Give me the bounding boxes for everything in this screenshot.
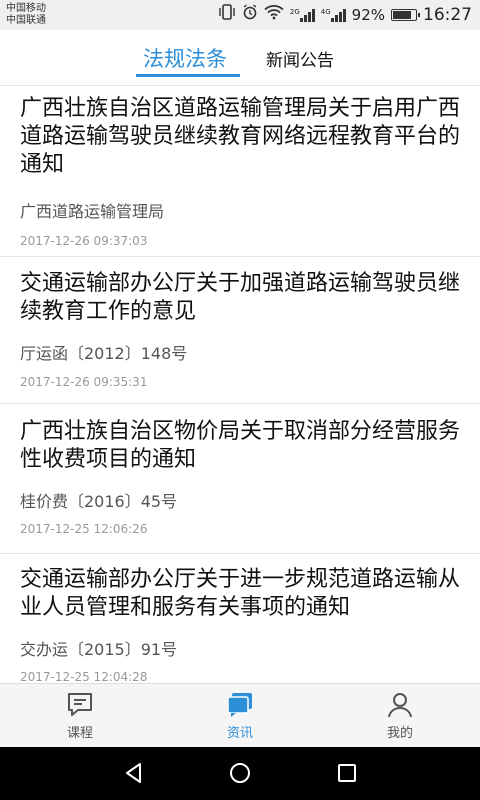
nav-profile[interactable]: 我的 <box>320 684 480 748</box>
carrier-2: 中国联通 <box>6 15 46 26</box>
article-date: 2017-12-26 09:37:03 <box>20 234 148 248</box>
divider <box>0 256 480 257</box>
list-item[interactable]: 交通运输部办公厅关于进一步规范道路运输从业人员管理和服务有关事项的通知 交办运〔… <box>0 566 480 683</box>
user-icon <box>386 692 414 718</box>
news-icon <box>226 692 254 718</box>
system-nav-bar <box>0 747 480 800</box>
tab-label: 新闻公告 <box>266 50 334 71</box>
nav-label: 课程 <box>66 725 93 741</box>
home-icon[interactable] <box>228 761 252 785</box>
carrier-1: 中国移动 <box>6 3 46 14</box>
tab-regulations[interactable]: 法规法条 <box>130 30 240 86</box>
article-date: 2017-12-25 12:06:26 <box>20 522 148 536</box>
signal-icon <box>330 8 346 22</box>
signal-2g: 2G <box>290 8 315 22</box>
tab-label: 法规法条 <box>143 47 227 71</box>
article-list: 广西壮族自治区道路运输管理局关于启用广西道路运输驾驶员继续教育网络远程教育平台的… <box>0 87 480 683</box>
top-tab-bar: 法规法条 新闻公告 <box>0 30 480 86</box>
battery-icon <box>391 9 420 21</box>
carrier-info: 中国移动 中国联通 <box>6 3 46 27</box>
clock: 16:27 <box>423 5 472 25</box>
list-item[interactable]: 交通运输部办公厅关于加强道路运输驾驶员继续教育工作的意见 厅运函〔2012〕14… <box>0 270 480 403</box>
alarm-icon <box>242 4 258 26</box>
battery-level <box>393 11 412 19</box>
signal-4g: 4G <box>321 8 346 22</box>
article-source: 桂价费〔2016〕45号 <box>20 492 178 511</box>
tab-news[interactable]: 新闻公告 <box>250 30 350 86</box>
nav-label: 我的 <box>386 725 413 741</box>
list-item[interactable]: 广西壮族自治区物价局关于取消部分经营服务性收费项目的通知 桂价费〔2016〕45… <box>0 418 480 553</box>
recents-icon[interactable] <box>335 761 359 785</box>
article-source: 交办运〔2015〕91号 <box>20 640 178 659</box>
nav-news[interactable]: 资讯 <box>160 684 320 748</box>
article-date: 2017-12-26 09:35:31 <box>20 375 148 389</box>
divider <box>0 403 480 404</box>
network-type-1: 2G <box>289 8 300 16</box>
bottom-nav-bar: 课程 资讯 我的 <box>0 683 480 747</box>
article-title: 广西壮族自治区道路运输管理局关于启用广西道路运输驾驶员继续教育网络远程教育平台的… <box>20 96 461 177</box>
vibrate-icon <box>218 4 236 26</box>
status-bar: 中国移动 中国联通 2G 4G 92% 16:27 <box>0 0 480 30</box>
article-source: 厅运函〔2012〕148号 <box>20 344 188 363</box>
nav-label: 资讯 <box>226 725 253 741</box>
article-title: 广西壮族自治区物价局关于取消部分经营服务性收费项目的通知 <box>20 419 461 472</box>
article-title: 交通运输部办公厅关于进一步规范道路运输从业人员管理和服务有关事项的通知 <box>20 567 461 620</box>
status-icons: 2G 4G 92% 16:27 <box>218 4 472 26</box>
wifi-icon <box>264 4 284 26</box>
nav-courses[interactable]: 课程 <box>0 684 160 748</box>
article-date: 2017-12-25 12:04:28 <box>20 670 148 683</box>
signal-icon <box>299 8 315 22</box>
battery-percent: 92% <box>351 6 385 24</box>
article-title: 交通运输部办公厅关于加强道路运输驾驶员继续教育工作的意见 <box>20 271 461 324</box>
chat-icon <box>66 692 94 718</box>
back-icon[interactable] <box>122 761 146 785</box>
divider <box>0 553 480 554</box>
list-item[interactable]: 广西壮族自治区道路运输管理局关于启用广西道路运输驾驶员继续教育网络远程教育平台的… <box>0 95 480 256</box>
active-tab-indicator <box>136 74 240 77</box>
network-type-2: 4G <box>320 8 331 16</box>
article-source: 广西道路运输管理局 <box>20 202 165 221</box>
